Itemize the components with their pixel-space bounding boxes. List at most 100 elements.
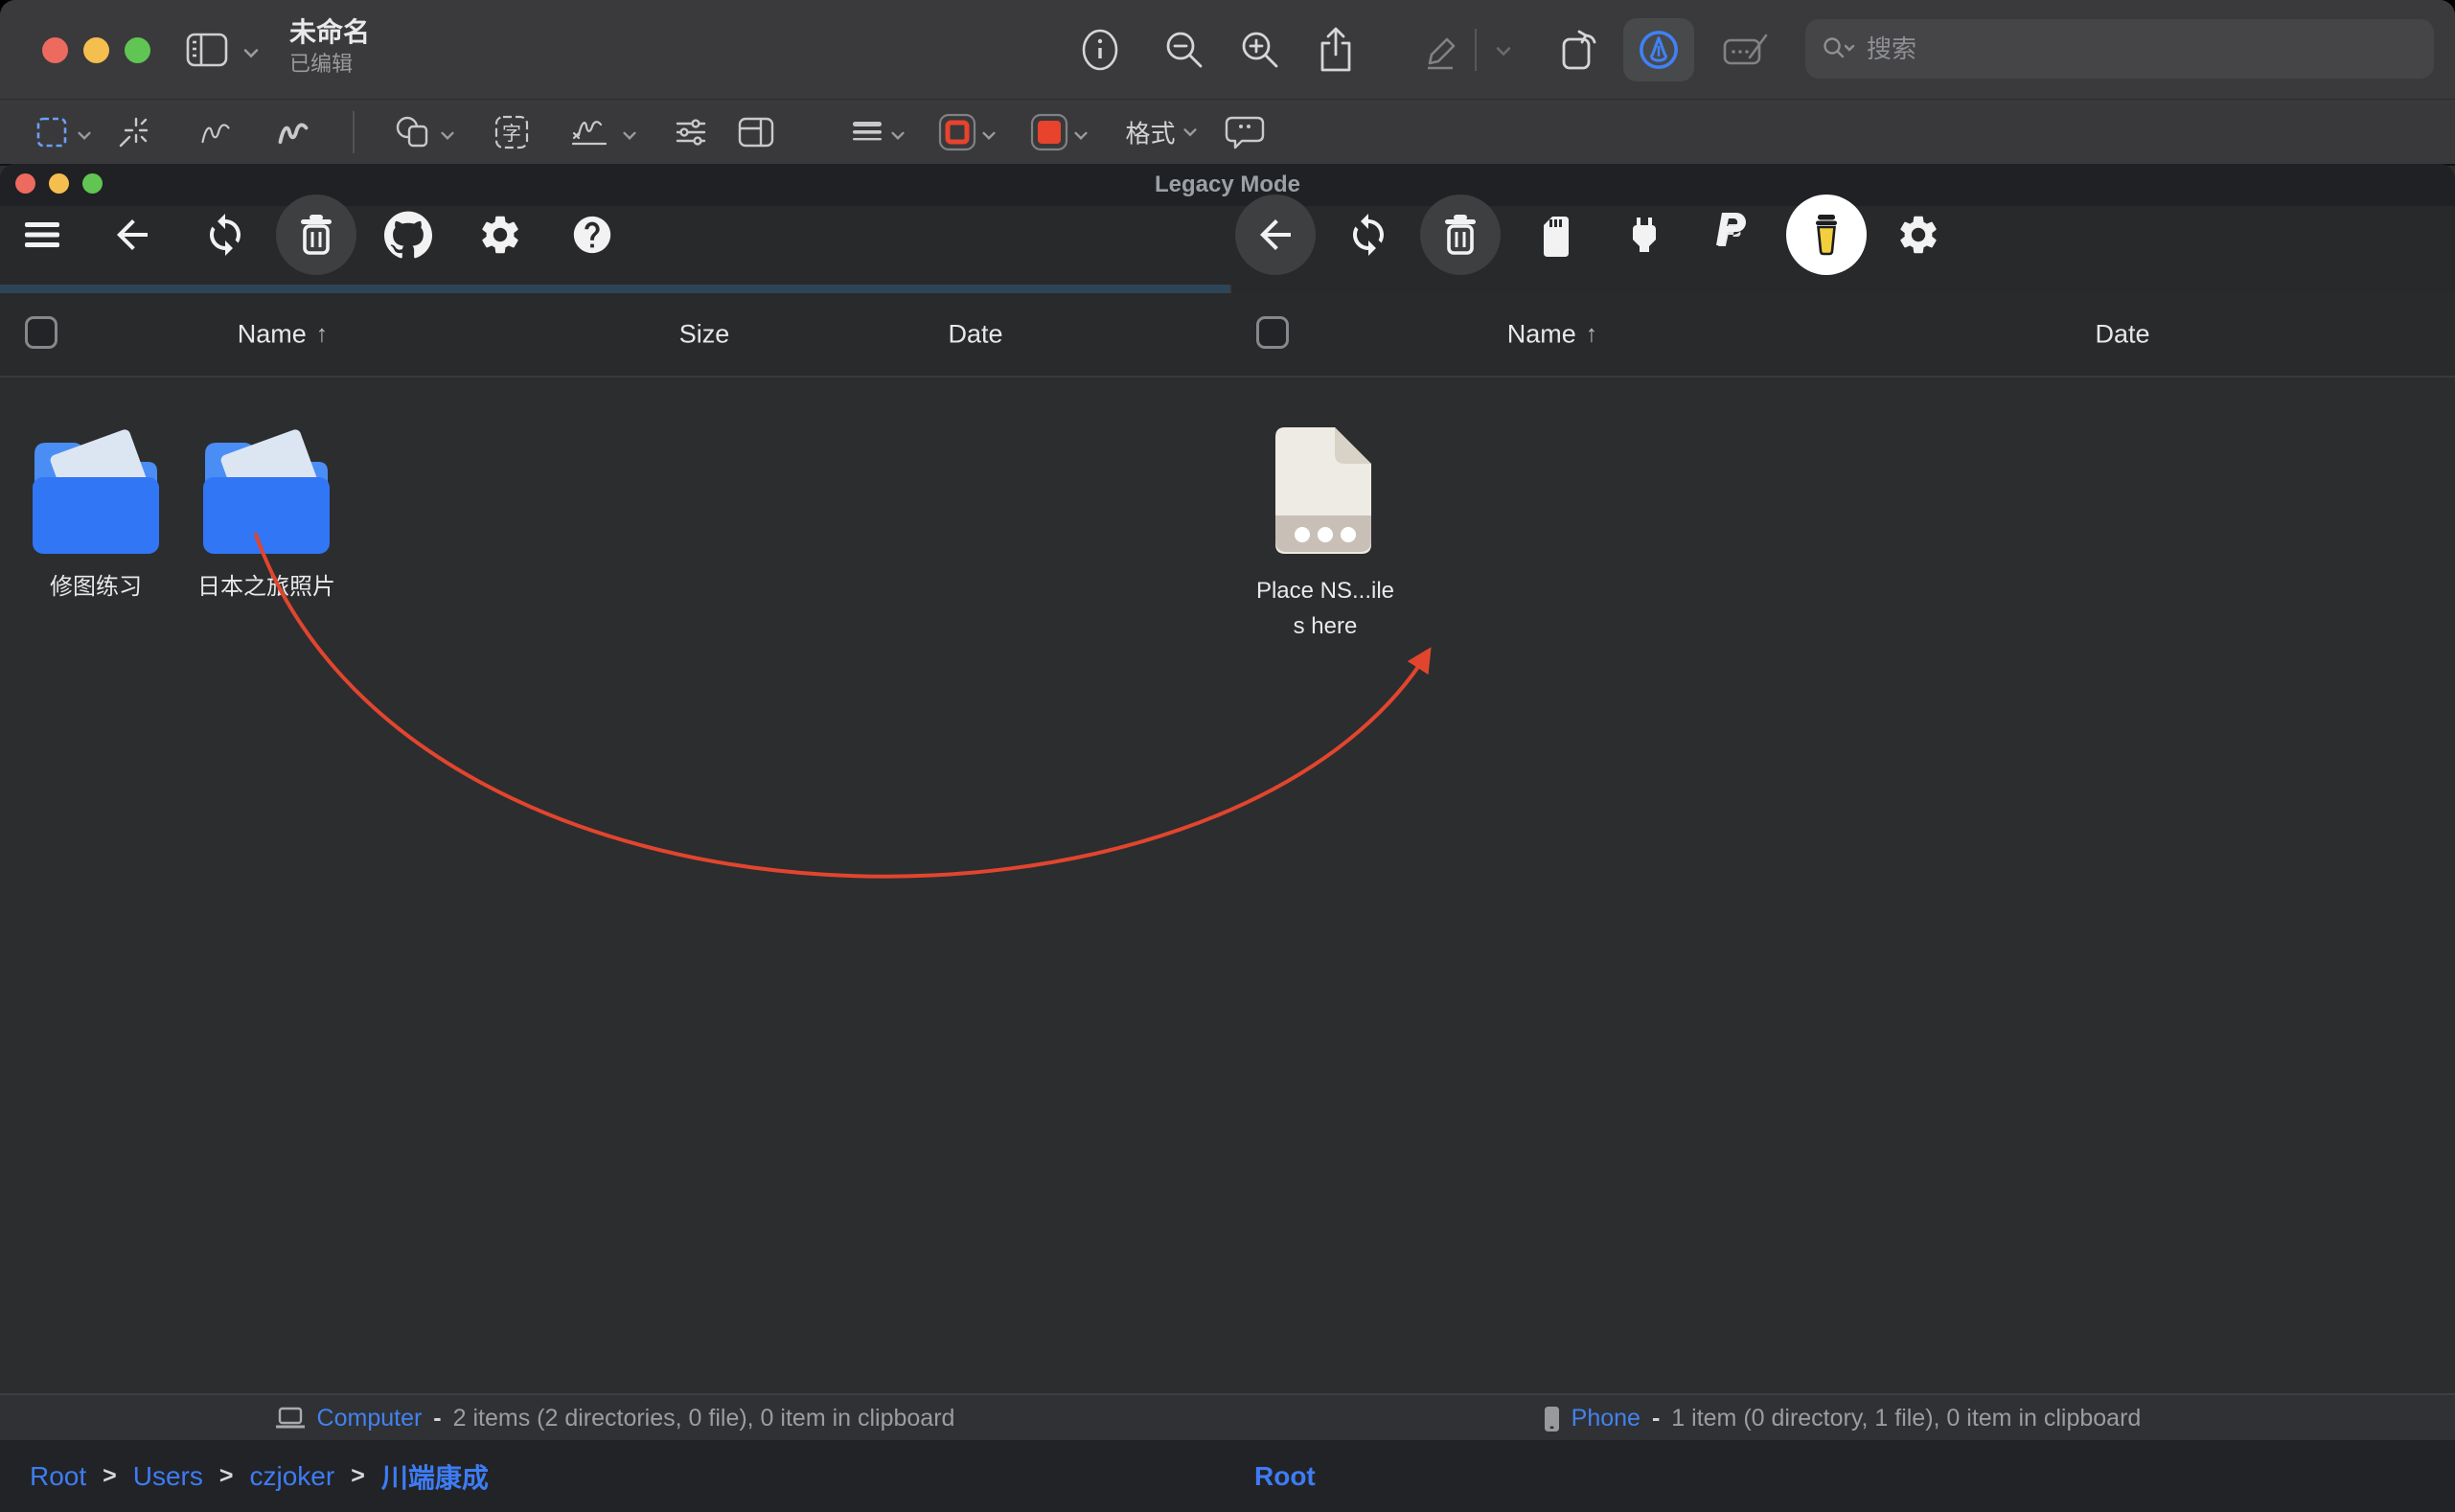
sort-ascending-icon: ↑ bbox=[1586, 321, 1598, 349]
breadcrumb-separator: > bbox=[103, 1462, 117, 1490]
text-tool-button[interactable]: 字 bbox=[493, 113, 531, 151]
status-bar: Computer - 2 items (2 directories, 0 fil… bbox=[0, 1393, 2455, 1442]
breadcrumb-item-current[interactable]: 川端康成 bbox=[381, 1457, 489, 1496]
page-layout-button[interactable] bbox=[736, 115, 776, 149]
refresh-icon bbox=[202, 212, 248, 258]
breadcrumb-item-current[interactable]: Root bbox=[1254, 1461, 1316, 1492]
folder-item[interactable]: 日本之旅照片 bbox=[182, 425, 351, 605]
breadcrumb-bar: Root > Users > czjoker > 川端康成 Root bbox=[0, 1440, 2455, 1512]
column-header-size-left[interactable]: Size bbox=[679, 320, 730, 350]
folder-item[interactable]: 修图练习 bbox=[11, 425, 180, 605]
zoom-out-button[interactable] bbox=[1163, 29, 1205, 71]
paypal-donate-button[interactable] bbox=[1716, 211, 1756, 259]
sidebar-toggle-button[interactable] bbox=[185, 32, 229, 68]
shapes-tool-button[interactable] bbox=[394, 114, 432, 150]
column-label: Date bbox=[948, 320, 1002, 350]
draw-tool-button[interactable] bbox=[276, 116, 310, 149]
sketch-tool-button[interactable] bbox=[198, 116, 233, 149]
chevron-down-icon bbox=[1074, 131, 1089, 141]
fill-color-swatch-icon bbox=[1029, 112, 1069, 152]
format-menu-button[interactable]: 格式 bbox=[1125, 115, 1197, 150]
shapes-icon bbox=[394, 114, 432, 150]
signature-tool-chevron[interactable] bbox=[623, 131, 637, 141]
shapes-tool-chevron[interactable] bbox=[441, 131, 455, 141]
fill-color-button[interactable] bbox=[1029, 112, 1069, 152]
select-all-checkbox-left[interactable] bbox=[25, 316, 57, 349]
info-button[interactable] bbox=[1080, 27, 1120, 73]
settings-button-right[interactable] bbox=[1895, 212, 1941, 258]
rotate-button[interactable] bbox=[1556, 26, 1602, 74]
sidebar-icon bbox=[185, 32, 229, 68]
trash-button-right[interactable] bbox=[1438, 212, 1482, 258]
sort-ascending-icon: ↑ bbox=[316, 321, 329, 349]
fill-color-chevron[interactable] bbox=[1074, 131, 1089, 141]
pencil-icon bbox=[1418, 28, 1460, 72]
signature-tool-button[interactable] bbox=[569, 114, 609, 150]
breadcrumb-item[interactable]: Root bbox=[30, 1461, 86, 1492]
close-button[interactable] bbox=[42, 37, 68, 63]
status-summary: 1 item (0 directory, 1 file), 0 item in … bbox=[1671, 1405, 2141, 1432]
file-list-area: 修图练习 日本之旅照片 Place NS...ile bbox=[0, 378, 2455, 1393]
search-icon bbox=[1823, 36, 1855, 61]
sd-card-button[interactable] bbox=[1530, 212, 1574, 258]
text-tool-glyph: 字 bbox=[502, 118, 521, 146]
status-right: Phone - 1 item (0 directory, 1 file), 0 … bbox=[1229, 1395, 2455, 1442]
search-input[interactable] bbox=[1865, 34, 2417, 65]
fm-titlebar: Legacy Mode bbox=[0, 164, 2455, 206]
back-button-right[interactable] bbox=[1252, 212, 1298, 258]
chevron-down-icon bbox=[1496, 47, 1511, 57]
search-field[interactable] bbox=[1805, 19, 2434, 79]
fill-sign-button[interactable] bbox=[1721, 29, 1771, 71]
back-arrow-icon bbox=[1252, 212, 1298, 258]
selection-tool-button[interactable] bbox=[35, 116, 68, 149]
sidebar-menu-chevron[interactable] bbox=[243, 49, 259, 59]
selection-tool-chevron[interactable] bbox=[78, 131, 92, 141]
fullscreen-button[interactable] bbox=[125, 37, 150, 63]
border-color-button[interactable] bbox=[937, 112, 977, 152]
zoom-in-button[interactable] bbox=[1239, 29, 1281, 71]
refresh-button-right[interactable] bbox=[1345, 212, 1391, 258]
border-color-chevron[interactable] bbox=[982, 131, 997, 141]
line-weight-chevron[interactable] bbox=[891, 131, 906, 141]
annotation-comment-button[interactable] bbox=[1225, 113, 1265, 151]
markup-pencil-button[interactable] bbox=[1418, 28, 1460, 72]
refresh-button-left[interactable] bbox=[202, 212, 248, 258]
plug-button[interactable] bbox=[1621, 212, 1667, 258]
file-item[interactable]: Place NS...ile s here bbox=[1241, 424, 1410, 644]
minimize-button[interactable] bbox=[83, 37, 109, 63]
settings-button-left[interactable] bbox=[477, 212, 523, 258]
select-all-checkbox-right[interactable] bbox=[1256, 316, 1289, 349]
line-weight-button[interactable] bbox=[850, 118, 884, 147]
device-link-phone[interactable]: Phone bbox=[1572, 1405, 1640, 1432]
github-icon bbox=[384, 211, 432, 259]
breadcrumb-separator: > bbox=[219, 1462, 234, 1490]
back-button-left[interactable] bbox=[109, 212, 155, 258]
fm-window-title: Legacy Mode bbox=[0, 172, 2455, 198]
share-button[interactable] bbox=[1316, 26, 1356, 74]
smart-lasso-button[interactable] bbox=[114, 114, 150, 150]
device-link-computer[interactable]: Computer bbox=[317, 1405, 423, 1432]
pencil-options-chevron[interactable] bbox=[1496, 47, 1511, 57]
gear-icon bbox=[1895, 212, 1941, 258]
document-edited-badge: 已编辑 bbox=[289, 52, 370, 76]
adjust-tool-button[interactable] bbox=[673, 115, 709, 149]
coffee-cup-icon bbox=[1804, 211, 1848, 259]
markup-toolbar-toggle-button[interactable] bbox=[1623, 18, 1694, 81]
github-button[interactable] bbox=[384, 211, 432, 259]
chevron-down-icon bbox=[243, 49, 259, 59]
breadcrumb-item[interactable]: Users bbox=[133, 1461, 203, 1492]
breadcrumb-right: Root bbox=[1254, 1440, 1316, 1512]
folder-icon bbox=[197, 425, 335, 560]
layout-panel-icon bbox=[736, 115, 776, 149]
computer-icon bbox=[275, 1407, 306, 1432]
transfer-progress-bar bbox=[0, 285, 1229, 293]
buy-coffee-button[interactable] bbox=[1804, 211, 1848, 259]
column-header-date-right[interactable]: Date bbox=[2095, 320, 2149, 350]
menu-button[interactable] bbox=[23, 220, 61, 249]
column-header-name-left[interactable]: Name ↑ bbox=[238, 320, 329, 350]
column-header-date-left[interactable]: Date bbox=[948, 320, 1002, 350]
help-button[interactable] bbox=[570, 213, 614, 257]
column-header-name-right[interactable]: Name ↑ bbox=[1507, 320, 1598, 350]
trash-button-left[interactable] bbox=[294, 212, 338, 258]
breadcrumb-item[interactable]: czjoker bbox=[250, 1461, 335, 1492]
